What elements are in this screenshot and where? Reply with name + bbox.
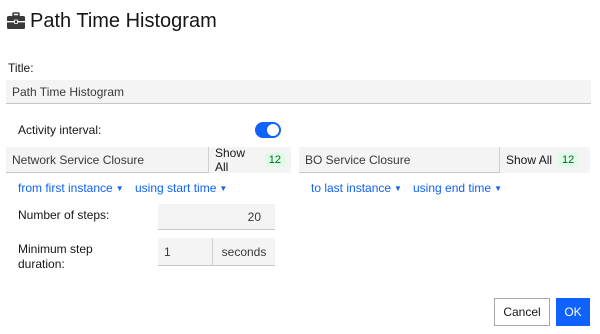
activity-interval-toggle[interactable] (255, 122, 281, 138)
duration-unit-select[interactable]: seconds (212, 238, 275, 266)
end-time-dropdown[interactable]: using end time ▼ (413, 181, 502, 195)
end-show-all-label: Show All (506, 153, 553, 167)
end-service-name: BO Service Closure (305, 153, 411, 167)
from-value: first instance (45, 181, 113, 195)
from-instance-dropdown[interactable]: from first instance ▼ (18, 181, 124, 195)
steps-label: Number of steps: (18, 208, 110, 222)
start-time-dropdown[interactable]: using start time ▼ (135, 181, 227, 195)
ok-button[interactable]: OK (556, 298, 590, 326)
duration-label: Minimum step duration: (18, 242, 93, 271)
to-instance-dropdown[interactable]: to last instance ▼ (311, 181, 402, 195)
title-label: Title: (8, 61, 34, 75)
start-using-value: start time (167, 181, 217, 195)
end-using-prefix: using (413, 181, 446, 195)
start-service-name: Network Service Closure (12, 153, 145, 167)
duration-input[interactable] (158, 238, 212, 266)
start-show-all-label: Show All (215, 146, 246, 174)
to-value: last instance (324, 181, 392, 195)
start-using-prefix: using (135, 181, 168, 195)
cancel-button[interactable]: Cancel (494, 298, 550, 326)
chevron-down-icon: ▼ (219, 184, 228, 193)
activity-interval-label: Activity interval: (18, 123, 102, 137)
end-service-selector[interactable]: BO Service Closure Show All 12 (299, 147, 590, 173)
title-input[interactable] (6, 80, 591, 104)
steps-input[interactable] (158, 204, 275, 230)
end-show-all-button[interactable]: Show All 12 (499, 147, 590, 173)
chevron-down-icon: ▼ (494, 184, 502, 193)
from-prefix: from (18, 181, 46, 195)
start-show-all-button[interactable]: Show All 12 (208, 146, 291, 174)
to-prefix: to (311, 181, 325, 195)
toggle-knob (267, 124, 279, 136)
end-using-value: end time (445, 181, 492, 195)
briefcase-icon (7, 12, 25, 29)
chevron-down-icon: ▼ (115, 184, 124, 193)
start-count-badge: 12 (264, 153, 285, 167)
chevron-down-icon: ▼ (394, 184, 402, 193)
end-count-badge: 12 (558, 153, 579, 167)
dialog-title: Path Time Histogram (30, 10, 217, 32)
start-service-selector[interactable]: Network Service Closure Show All 12 (6, 146, 291, 174)
